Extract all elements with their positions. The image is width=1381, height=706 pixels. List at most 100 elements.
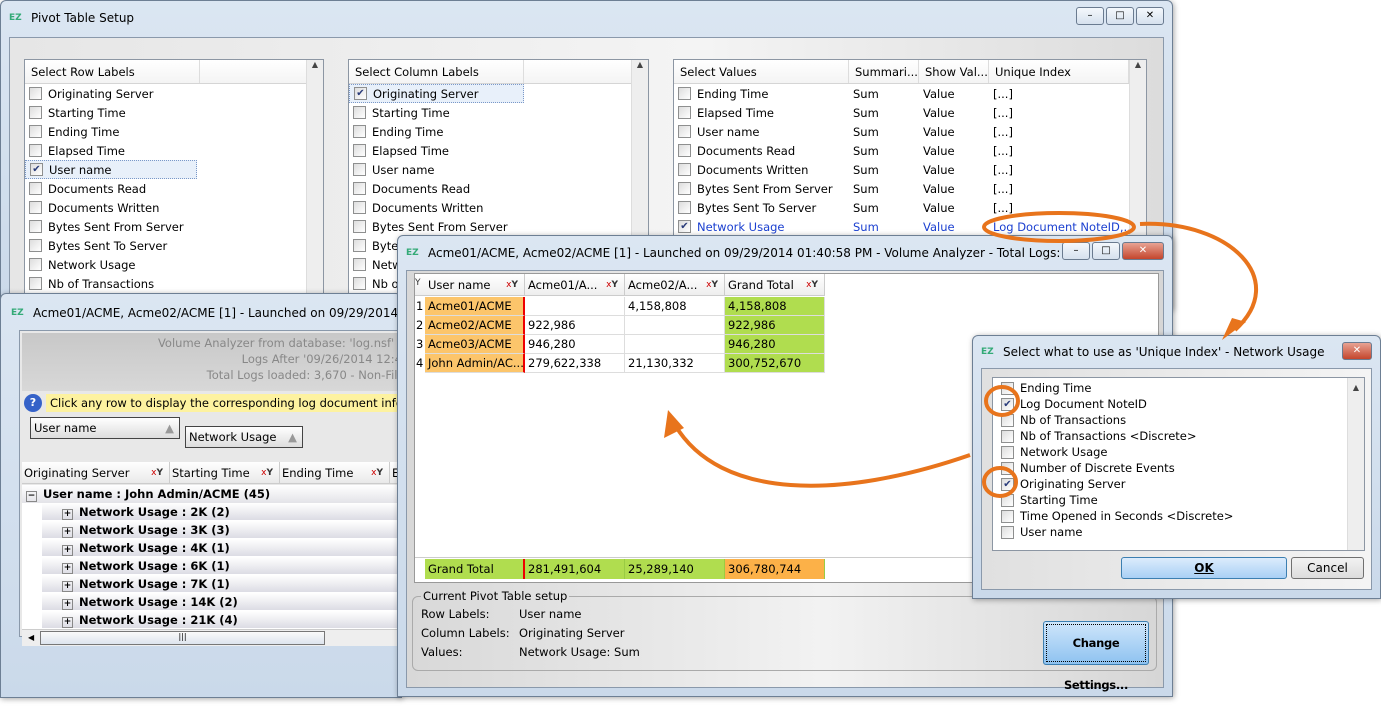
checkbox-checked[interactable]: ✔ — [354, 87, 367, 100]
scrollbar[interactable]: ▲ — [1347, 378, 1364, 550]
summarize[interactable]: Sum — [853, 144, 923, 158]
column-header[interactable]: Show Val... — [919, 60, 989, 83]
checkbox-checked[interactable]: ✔ — [1001, 397, 1014, 411]
checkbox[interactable] — [1001, 509, 1014, 523]
collapse-icon[interactable]: − — [26, 491, 37, 502]
sub-group-row[interactable]: + Network Usage : 6K (1) — [42, 557, 402, 575]
scrollbar[interactable]: ▲ — [306, 60, 323, 308]
pivot-cell-total[interactable]: 4,158,808 — [725, 297, 825, 316]
value-row[interactable]: Documents Written Sum Value [...] — [674, 160, 1146, 179]
pivot-cell-a2[interactable] — [625, 335, 725, 354]
checkbox[interactable] — [1001, 445, 1014, 459]
show-value[interactable]: Value — [923, 163, 993, 177]
column-header[interactable]: Select Values — [674, 60, 849, 83]
show-value[interactable]: Value — [923, 125, 993, 139]
checkbox[interactable] — [678, 163, 691, 176]
pivot-cell-a2[interactable] — [625, 316, 725, 335]
list-item[interactable]: Nb of Transactions <Discrete> — [993, 428, 1364, 444]
checkbox-checked[interactable]: ✔ — [678, 220, 691, 233]
pivot-cell-user[interactable]: Acme03/ACME — [425, 335, 525, 354]
summarize[interactable]: Sum — [853, 201, 923, 215]
row-labels-list[interactable]: Select Row Labels Originating Server Star… — [24, 59, 324, 309]
checkbox[interactable] — [353, 182, 366, 195]
checkbox[interactable] — [29, 220, 42, 233]
pivot-cell-total[interactable]: 946,280 — [725, 335, 825, 354]
summarize[interactable]: Sum — [853, 125, 923, 139]
unique-index-link[interactable]: Log Document NoteID,... — [993, 220, 1133, 234]
column-header[interactable]: Unique Index — [989, 60, 1129, 83]
list-item[interactable]: Documents Read — [349, 179, 524, 198]
checkbox[interactable] — [1001, 525, 1014, 539]
list-item[interactable]: Bytes Sent From Server — [349, 217, 524, 236]
checkbox[interactable] — [353, 258, 366, 271]
list-item[interactable]: Documents Written — [25, 198, 197, 217]
checkbox-checked[interactable]: ✔ — [30, 163, 43, 176]
value-row[interactable]: Documents Read Sum Value [...] — [674, 141, 1146, 160]
pivot-cell-total[interactable]: 300,752,670 — [725, 354, 825, 373]
list-item[interactable]: User name — [993, 524, 1364, 540]
horizontal-scrollbar[interactable]: ◀ ||| — [22, 629, 402, 646]
sub-group-row[interactable]: + Network Usage : 3K (3) — [42, 521, 402, 539]
checkbox[interactable] — [29, 277, 42, 290]
checkbox[interactable] — [353, 220, 366, 233]
pivot-cell-total[interactable]: 922,986 — [725, 316, 825, 335]
close-button[interactable]: ✕ — [1122, 242, 1164, 260]
checkbox[interactable] — [678, 87, 691, 100]
list-item[interactable]: Starting Time — [349, 103, 524, 122]
list-item[interactable]: ✔ User name — [25, 160, 197, 179]
filter-icon[interactable]: xY — [151, 462, 163, 484]
list-item[interactable]: Bytes Sent From Server — [25, 217, 197, 236]
checkbox[interactable] — [353, 106, 366, 119]
checkbox[interactable] — [353, 201, 366, 214]
filter-icon[interactable]: xY — [371, 462, 383, 484]
column-header[interactable]: Summari... — [849, 60, 919, 83]
checkbox[interactable] — [678, 182, 691, 195]
checkbox[interactable] — [29, 239, 42, 252]
maximize-button[interactable]: □ — [1092, 242, 1120, 260]
sub-group-row[interactable]: + Network Usage : 4K (1) — [42, 539, 402, 557]
checkbox[interactable] — [353, 163, 366, 176]
checkbox[interactable] — [29, 201, 42, 214]
minimize-button[interactable]: – — [1076, 7, 1104, 25]
list-item[interactable]: Starting Time — [25, 103, 197, 122]
sub-group-row[interactable]: + Network Usage : 21K (4) — [42, 611, 402, 629]
column-header[interactable]: Grand Total xY — [725, 274, 825, 296]
expand-icon[interactable]: + — [62, 617, 73, 628]
list-item[interactable]: Nb of Transactions — [25, 274, 197, 293]
pivot-cell-a1[interactable]: 279,622,338 — [525, 354, 625, 373]
checkbox[interactable] — [678, 144, 691, 157]
pivot-cell-a2[interactable]: 21,130,332 — [625, 354, 725, 373]
value-row[interactable]: ✔ Network Usage Sum Value Log Document NoteI… — [674, 217, 1146, 236]
unique-index-link[interactable]: [...] — [993, 182, 1133, 196]
pivot-cell-a1[interactable]: 946,280 — [525, 335, 625, 354]
unique-index-link[interactable]: [...] — [993, 144, 1133, 158]
checkbox[interactable] — [1001, 461, 1014, 475]
show-value[interactable]: Value — [923, 144, 993, 158]
checkbox[interactable] — [29, 258, 42, 271]
expand-icon[interactable]: + — [62, 527, 73, 538]
pivot-cell-a1[interactable]: 922,986 — [525, 316, 625, 335]
list-item[interactable]: ✔ Originating Server — [349, 84, 524, 103]
column-header[interactable]: Ending Time xY — [280, 462, 390, 484]
list-item[interactable]: Elapsed Time — [25, 141, 197, 160]
value-row[interactable]: Ending Time Sum Value [...] — [674, 84, 1146, 103]
column-header[interactable]: Originating Server xY — [22, 462, 170, 484]
filter-icon[interactable]: xY — [806, 274, 818, 296]
show-value[interactable]: Value — [923, 87, 993, 101]
checkbox[interactable] — [678, 106, 691, 119]
expand-icon[interactable]: + — [62, 581, 73, 592]
checkbox[interactable] — [678, 201, 691, 214]
filter-icon[interactable]: xY — [506, 274, 518, 296]
list-item[interactable]: Network Usage — [25, 255, 197, 274]
list-item[interactable]: Ending Time — [993, 380, 1364, 396]
checkbox[interactable] — [1001, 493, 1014, 507]
expand-icon[interactable]: + — [62, 545, 73, 556]
list-item[interactable]: Time Opened in Seconds <Discrete> — [993, 508, 1364, 524]
list-item[interactable]: ✔ Log Document NoteID — [993, 396, 1364, 412]
checkbox[interactable] — [353, 239, 366, 252]
change-settings-button[interactable]: Change Settings... — [1043, 621, 1149, 692]
expand-icon[interactable]: + — [62, 509, 73, 520]
list-item[interactable]: Number of Discrete Events — [993, 460, 1364, 476]
checkbox[interactable] — [1001, 413, 1014, 427]
unique-index-link[interactable]: [...] — [993, 163, 1133, 177]
